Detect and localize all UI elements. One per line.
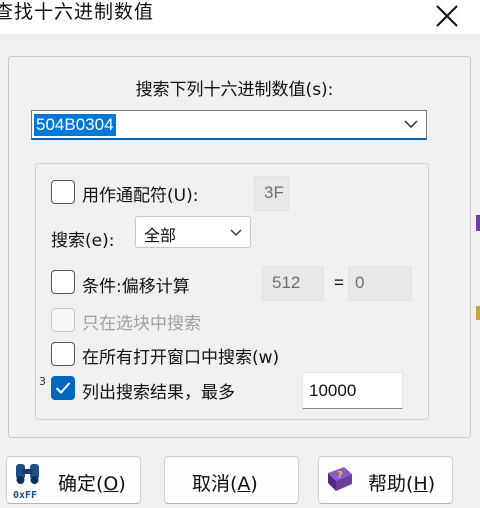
search-label: 搜索下列十六进制数值(s):: [135, 80, 334, 100]
close-icon: [436, 5, 458, 27]
ok-button[interactable]: 0xFF 确定(O): [6, 456, 141, 504]
max-results-input[interactable]: 10000: [302, 372, 403, 409]
condition-label: 条件:偏移计算: [82, 277, 190, 297]
condition-result-field: 0: [348, 266, 412, 301]
ok-icon-text: 0xFF: [13, 490, 37, 501]
search-scope-dropdown[interactable]: 全部: [135, 216, 251, 248]
background-window-edge: [476, 215, 480, 231]
wildcard-field: 3F: [254, 176, 289, 211]
help-button-label: 帮助(H): [368, 473, 436, 495]
search-value-combobox[interactable]: 504B0304: [31, 110, 427, 140]
search-value-text: 504B0304: [34, 114, 116, 136]
checkmark-icon: [55, 382, 71, 394]
ok-button-label: 确定(O): [58, 473, 126, 495]
help-book-icon: ?: [328, 467, 352, 491]
condition-offset-field: 512: [262, 266, 324, 301]
help-icon-text: ?: [337, 470, 343, 481]
cancel-button-label: 取消(A): [192, 473, 258, 495]
title-bar: 查找十六进制数值: [0, 0, 480, 34]
all-windows-checkbox[interactable]: [51, 342, 75, 366]
binoculars-icon: 0xFF: [13, 464, 39, 501]
window-title: 查找十六进制数值: [0, 1, 155, 23]
wildcard-label: 用作通配符(U):: [82, 186, 199, 206]
background-window-edge: [476, 306, 480, 320]
list-results-label: 列出搜索结果，最多: [82, 383, 235, 403]
condition-checkbox[interactable]: [51, 270, 75, 294]
all-windows-label: 在所有打开窗口中搜索(w): [82, 348, 280, 368]
in-block-checkbox[interactable]: [51, 308, 75, 332]
in-block-label: 只在选块中搜索: [82, 314, 201, 334]
search-scope-value: 全部: [144, 226, 177, 245]
equals-sign: =: [334, 273, 344, 292]
cancel-button[interactable]: 取消(A): [164, 456, 299, 504]
list-results-checkbox[interactable]: [51, 376, 75, 400]
help-button[interactable]: ? 帮助(H): [318, 456, 453, 504]
search-scope-label: 搜索(e):: [51, 231, 115, 251]
list-results-prefix: 3: [39, 375, 46, 388]
chevron-down-icon: [230, 229, 242, 236]
wildcard-checkbox[interactable]: [51, 180, 75, 204]
close-button[interactable]: [416, 0, 480, 34]
chevron-down-icon[interactable]: [404, 120, 418, 129]
